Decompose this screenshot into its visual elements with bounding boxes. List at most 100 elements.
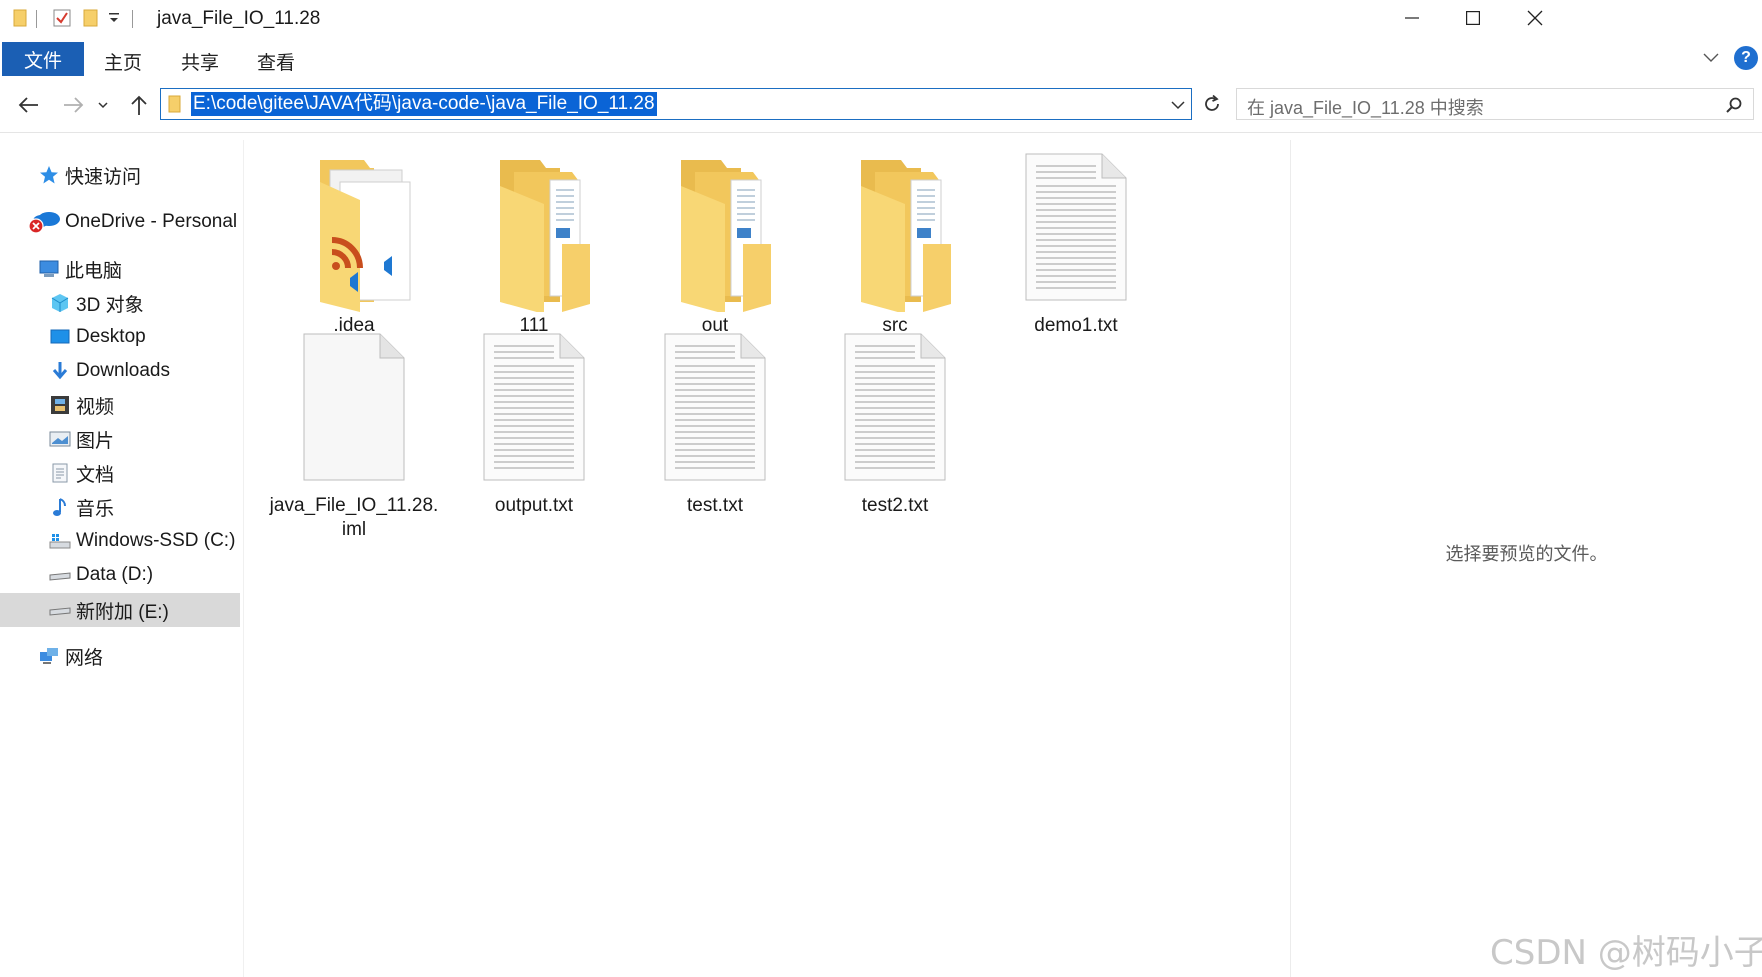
sidebar-item-label: 新附加 (E:) xyxy=(76,601,169,623)
sidebar-item-label: 网络 xyxy=(65,647,104,669)
up-button[interactable] xyxy=(124,90,154,120)
folder-icon xyxy=(12,8,28,33)
tab-file[interactable]: 文件 xyxy=(2,42,84,76)
computer-icon xyxy=(38,258,60,280)
sidebar-item-label: 3D 对象 xyxy=(76,294,144,316)
sidebar-item-videos[interactable]: 视频 xyxy=(0,388,240,422)
sidebar-item-quick-access[interactable]: 快速访问 xyxy=(0,158,240,192)
search-placeholder: 在 java_File_IO_11.28 中搜索 xyxy=(1247,98,1484,118)
folder-icon xyxy=(625,152,805,314)
file-item-demo1-txt[interactable]: demo1.txt xyxy=(986,152,1166,338)
drive-icon xyxy=(49,564,71,586)
idea-folder-icon xyxy=(264,152,444,312)
onedrive-error-icon xyxy=(26,211,64,234)
sidebar-item-label: 此电脑 xyxy=(65,260,123,282)
sidebar-item-network[interactable]: 网络 xyxy=(0,639,240,673)
text-file-icon xyxy=(444,332,624,492)
cube-3d-icon xyxy=(49,292,71,314)
sidebar-item-documents[interactable]: 文档 xyxy=(0,456,240,490)
tab-share[interactable]: 共享 xyxy=(181,48,219,75)
file-name: output.txt xyxy=(494,495,574,516)
expand-ribbon-chevron-icon[interactable] xyxy=(1702,48,1720,71)
back-button[interactable] xyxy=(14,90,44,120)
sidebar-item-label: Downloads xyxy=(76,360,170,381)
file-name: java_File_IO_11.28.iml xyxy=(269,495,439,540)
customize-toolbar-dropdown-icon[interactable] xyxy=(108,10,120,31)
forward-button[interactable] xyxy=(58,90,88,120)
sidebar-item-desktop[interactable]: Desktop xyxy=(0,320,240,354)
close-button[interactable] xyxy=(1500,0,1570,36)
tab-view[interactable]: 查看 xyxy=(257,48,295,75)
file-list: .idea 111 out src demo1.txt java_File_IO… xyxy=(244,140,1290,977)
download-arrow-icon xyxy=(49,360,71,382)
file-item-out[interactable]: out xyxy=(625,152,805,338)
sidebar-item-drive-e[interactable]: 新附加 (E:) xyxy=(0,593,240,627)
windows-drive-icon xyxy=(49,530,71,552)
divider xyxy=(36,10,37,28)
recent-locations-chevron-icon[interactable] xyxy=(93,90,113,120)
folder-icon xyxy=(167,95,183,118)
maximize-button[interactable] xyxy=(1438,0,1508,36)
sidebar-item-3d-objects[interactable]: 3D 对象 xyxy=(0,286,240,320)
search-icon[interactable] xyxy=(1725,96,1743,119)
sidebar-item-label: OneDrive - Personal xyxy=(65,211,238,232)
file-name: test2.txt xyxy=(861,495,929,516)
drive-icon xyxy=(49,599,71,621)
sidebar-item-label: Windows-SSD (C:) xyxy=(76,530,236,551)
folder-icon xyxy=(444,152,624,314)
sidebar-item-label: 文档 xyxy=(76,464,115,486)
sidebar-item-downloads[interactable]: Downloads xyxy=(0,354,240,388)
help-button[interactable]: ? xyxy=(1734,46,1758,70)
address-bar[interactable]: E:\code\gitee\JAVA代码\java-code-\java_Fil… xyxy=(160,88,1192,120)
new-folder-icon[interactable] xyxy=(82,8,100,33)
document-icon xyxy=(49,462,71,484)
sidebar-item-label: 视频 xyxy=(76,396,115,418)
title-bar: java_File_IO_11.28 xyxy=(0,0,1762,36)
sidebar-item-label: Data (D:) xyxy=(76,564,154,585)
video-film-icon xyxy=(49,394,71,416)
sidebar-item-drive-d[interactable]: Data (D:) xyxy=(0,558,240,592)
file-item-idea[interactable]: .idea xyxy=(264,152,444,338)
sidebar-item-onedrive[interactable]: OneDrive - Personal xyxy=(0,205,240,239)
ribbon: 文件 主页 共享 查看 ? xyxy=(0,42,1762,78)
tab-home[interactable]: 主页 xyxy=(104,48,142,75)
star-icon xyxy=(38,164,60,186)
file-item-test-txt[interactable]: test.txt xyxy=(625,332,805,518)
folder-icon xyxy=(805,152,985,314)
watermark: CSDN @树码小子 xyxy=(1490,933,1762,973)
minimize-button[interactable] xyxy=(1377,0,1447,36)
sidebar-item-pictures[interactable]: 图片 xyxy=(0,422,240,456)
search-input[interactable]: 在 java_File_IO_11.28 中搜索 xyxy=(1236,88,1754,120)
file-item-output-txt[interactable]: output.txt xyxy=(444,332,624,518)
text-file-icon xyxy=(625,332,805,492)
file-name: test.txt xyxy=(687,495,743,516)
blank-file-icon xyxy=(264,332,444,492)
text-file-icon xyxy=(986,152,1166,312)
preview-message: 选择要预览的文件。 xyxy=(1445,544,1608,564)
sidebar-item-label: 音乐 xyxy=(76,498,115,520)
divider xyxy=(132,10,133,28)
file-item-iml[interactable]: java_File_IO_11.28.iml xyxy=(264,332,444,542)
desktop-icon xyxy=(49,326,71,348)
file-name: demo1.txt xyxy=(1034,315,1118,336)
preview-pane: 选择要预览的文件。 xyxy=(1291,140,1762,977)
sidebar-item-drive-c[interactable]: Windows-SSD (C:) xyxy=(0,524,240,558)
address-path[interactable]: E:\code\gitee\JAVA代码\java-code-\java_Fil… xyxy=(191,92,657,116)
address-dropdown-chevron-icon[interactable] xyxy=(1171,97,1185,115)
file-item-src[interactable]: src xyxy=(805,152,985,338)
picture-icon xyxy=(49,428,71,450)
music-note-icon xyxy=(49,496,71,518)
sidebar-item-music[interactable]: 音乐 xyxy=(0,490,240,524)
divider xyxy=(0,132,1762,133)
window-title: java_File_IO_11.28 xyxy=(157,8,321,29)
sidebar-item-label: Desktop xyxy=(76,326,146,347)
text-file-icon xyxy=(805,332,985,492)
refresh-button[interactable] xyxy=(1196,88,1228,120)
navigation-pane: 快速访问 OneDrive - Personal 此电脑 3D 对象 Deskt… xyxy=(0,140,242,977)
file-item-test2-txt[interactable]: test2.txt xyxy=(805,332,985,518)
file-item-111[interactable]: 111 xyxy=(444,152,624,338)
navigation-bar: E:\code\gitee\JAVA代码\java-code-\java_Fil… xyxy=(0,84,1762,128)
properties-checkmark-icon[interactable] xyxy=(52,8,72,33)
sidebar-item-this-pc[interactable]: 此电脑 xyxy=(0,252,240,286)
network-icon xyxy=(38,645,60,667)
